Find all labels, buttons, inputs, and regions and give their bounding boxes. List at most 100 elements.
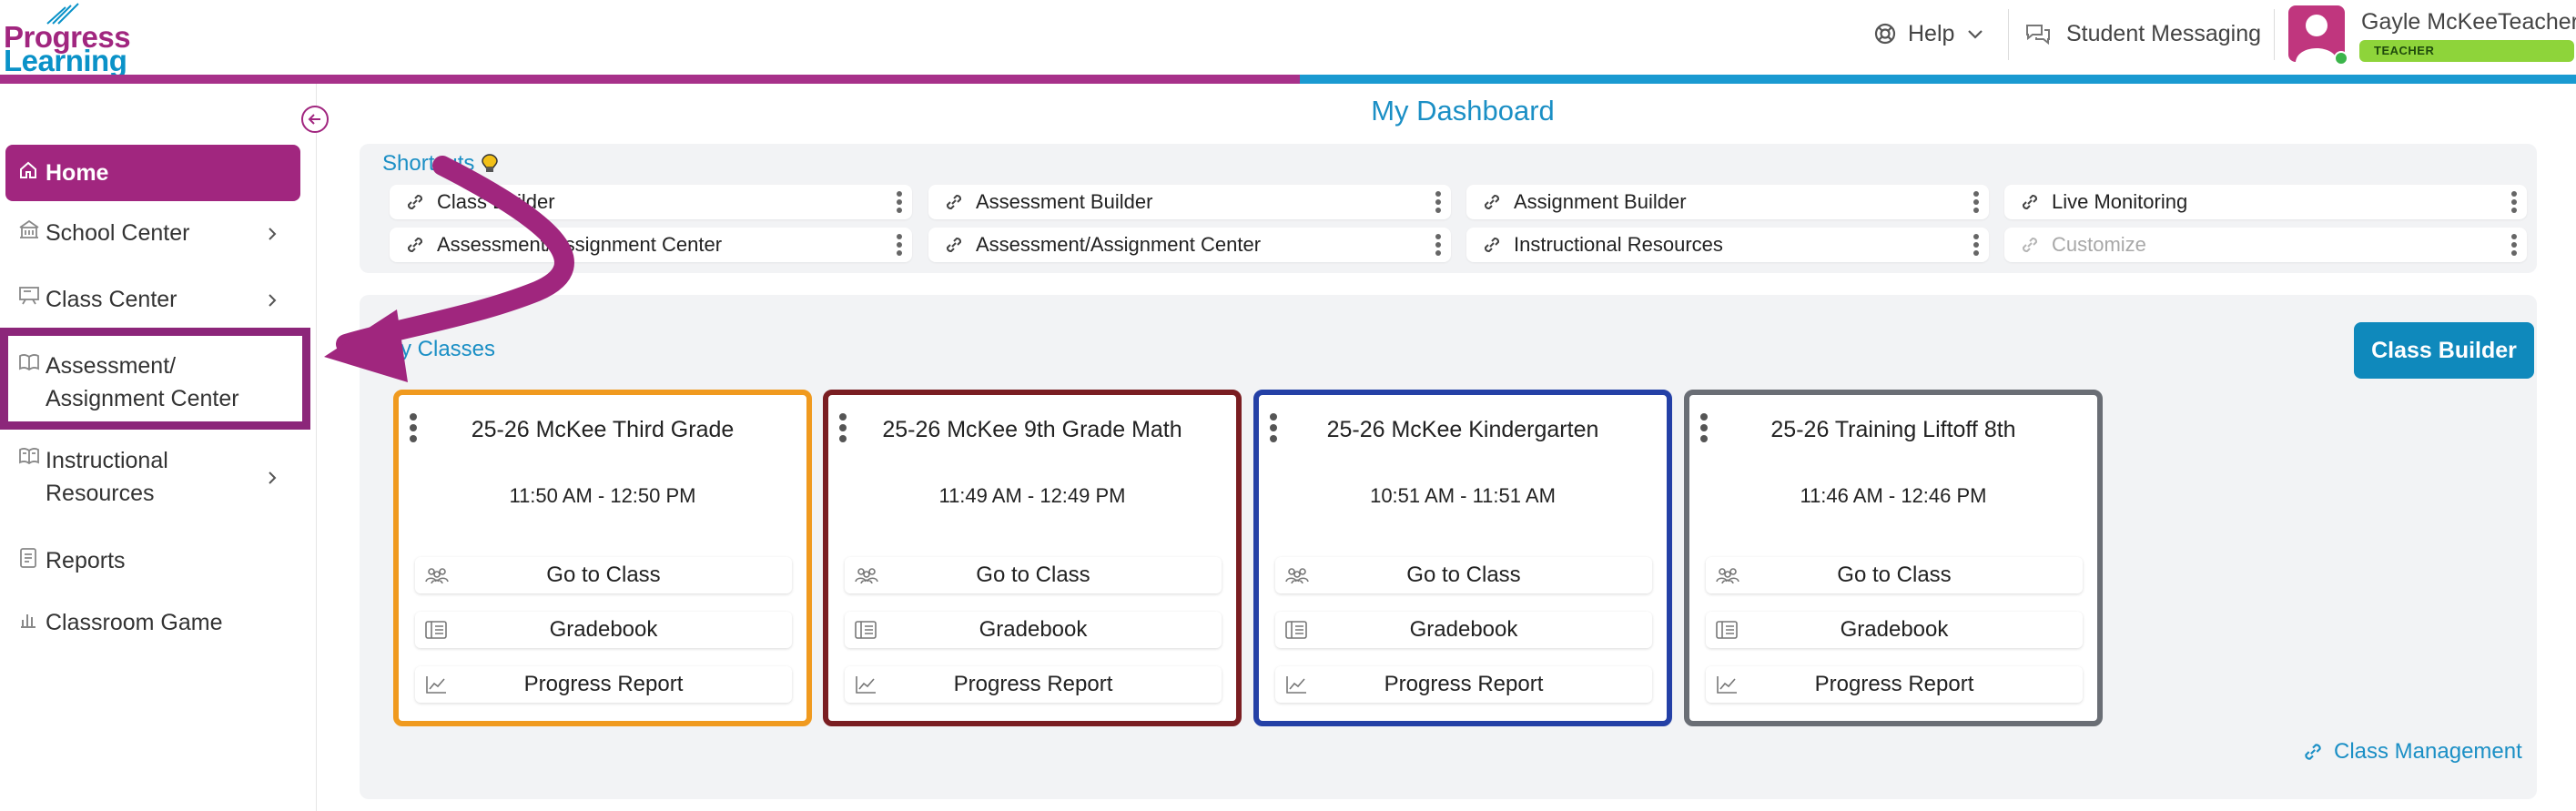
go-to-class-button[interactable]: Go to Class [415, 557, 792, 593]
kebab-menu-icon[interactable] [2501, 191, 2527, 213]
chevron-right-icon [264, 444, 300, 492]
progress-report-button[interactable]: Progress Report [1706, 666, 2083, 703]
link-icon [390, 234, 437, 256]
sidebar-item-home[interactable]: Home [5, 145, 300, 201]
go-to-class-button[interactable]: Go to Class [1275, 557, 1652, 593]
gradebook-button[interactable]: Gradebook [845, 612, 1222, 648]
kebab-menu-icon[interactable] [2501, 234, 2527, 256]
kebab-menu-icon[interactable] [1963, 191, 1989, 213]
class-name: 25-26 McKee Kindergarten [1326, 417, 1599, 442]
shortcut-assessment-assignment-center-2[interactable]: Assessment/Assignment Center [928, 228, 1451, 262]
action-label: Progress Report [523, 672, 684, 696]
shortcut-class-builder[interactable]: Class Builder [390, 185, 912, 219]
reports-icon [5, 544, 46, 575]
chat-bubbles-icon [2026, 25, 2050, 46]
class-icon [5, 283, 46, 312]
sidebar-collapse-button[interactable] [301, 106, 329, 133]
trend-chart-icon [845, 674, 888, 694]
shortcut-customize[interactable]: Customize [2004, 228, 2527, 262]
shortcut-label: Instructional Resources [1514, 233, 1723, 256]
chevron-down-icon [1968, 30, 1983, 39]
action-label: Gradebook [979, 617, 1088, 642]
student-messaging-link[interactable]: Student Messaging [2024, 18, 2261, 49]
sidebar-item-label-line1: Instructional [46, 448, 168, 473]
help-label: Help [1908, 20, 1955, 46]
sidebar-item-school-center[interactable]: School Center [5, 217, 300, 249]
gradebook-icon [1275, 620, 1319, 640]
progress-learning-logo[interactable]: Progress Learning [4, 3, 131, 76]
class-time: 11:50 AM - 12:50 PM [509, 484, 696, 507]
shortcut-label: Customize [2052, 233, 2146, 256]
sidebar-item-reports[interactable]: Reports [5, 544, 300, 577]
class-time: 11:46 AM - 12:46 PM [1800, 484, 1987, 507]
class-time: 10:51 AM - 11:51 AM [1370, 484, 1556, 507]
shortcut-label: Assessment/Assignment Center [437, 233, 723, 256]
link-icon [2004, 234, 2052, 256]
gradebook-icon [845, 620, 888, 640]
shortcuts-title: Shortcuts [382, 151, 500, 177]
class-builder-button[interactable]: Class Builder [2354, 322, 2534, 379]
action-label: Progress Report [953, 672, 1113, 696]
help-menu[interactable]: Help [1873, 18, 1985, 49]
top-header: Progress Learning Help Student Messaging [0, 0, 2576, 76]
class-name: 25-26 McKee Third Grade [471, 417, 735, 442]
my-classes-title: My Classes [382, 337, 496, 361]
link-icon [1466, 191, 1514, 213]
school-icon [5, 217, 46, 246]
people-icon [845, 565, 888, 585]
header-divider [2274, 9, 2275, 60]
class-card-third-grade: 25-26 McKee Third Grade 11:50 AM - 12:50… [393, 390, 812, 726]
shortcut-assessment-builder[interactable]: Assessment Builder [928, 185, 1451, 219]
home-icon [5, 160, 46, 187]
trend-chart-icon [1706, 674, 1749, 694]
header-accent-bar-blue [1300, 75, 2576, 84]
sidebar-item-label: School Center [46, 220, 190, 246]
kebab-menu-icon[interactable] [1425, 234, 1451, 256]
action-label: Go to Class [1837, 563, 1952, 587]
people-icon [415, 565, 459, 585]
progress-report-button[interactable]: Progress Report [1275, 666, 1652, 703]
class-card-9th-grade-math: 25-26 McKee 9th Grade Math 11:49 AM - 12… [823, 390, 1242, 726]
user-profile[interactable]: Gayle McKeeTeacher TEACHER [2288, 5, 2576, 66]
progress-report-button[interactable]: Progress Report [845, 666, 1222, 703]
go-to-class-button[interactable]: Go to Class [1706, 557, 2083, 593]
link-icon [390, 191, 437, 213]
shortcut-assessment-assignment-center[interactable]: Assessment/Assignment Center [390, 228, 912, 262]
action-label: Go to Class [1406, 563, 1521, 587]
shortcut-live-monitoring[interactable]: Live Monitoring [2004, 185, 2527, 219]
class-card-kindergarten: 25-26 McKee Kindergarten 10:51 AM - 11:5… [1253, 390, 1672, 726]
people-icon [1706, 565, 1749, 585]
shortcut-label: Assessment Builder [976, 190, 1153, 213]
gradebook-button[interactable]: Gradebook [1275, 612, 1652, 648]
online-status-dot [2334, 51, 2348, 66]
sidebar-item-label: Reports [46, 548, 126, 573]
page-title: My Dashboard [1371, 95, 1555, 127]
progress-report-button[interactable]: Progress Report [415, 666, 792, 703]
lightbulb-icon [482, 154, 499, 172]
shortcut-assignment-builder[interactable]: Assignment Builder [1466, 185, 1989, 219]
sidebar-item-classroom-game[interactable]: Classroom Game [5, 606, 300, 639]
kebab-menu-icon[interactable] [887, 234, 912, 256]
user-name: Gayle McKeeTeacher [2361, 9, 2576, 35]
class-name: 25-26 Training Liftoff 8th [1770, 417, 2016, 442]
shortcuts-title-text: Shortcuts [382, 151, 475, 176]
link-icon [2305, 744, 2321, 760]
logo-text-line2: Learning [4, 44, 127, 77]
shortcut-instructional-resources[interactable]: Instructional Resources [1466, 228, 1989, 262]
class-management-link[interactable]: Class Management [2301, 739, 2522, 765]
kebab-menu-icon[interactable] [887, 191, 912, 213]
link-icon [2004, 191, 2052, 213]
sidebar-item-instructional-resources[interactable]: Instructional Resources [5, 444, 300, 510]
kebab-menu-icon[interactable] [1425, 191, 1451, 213]
gradebook-button[interactable]: Gradebook [415, 612, 792, 648]
action-label: Gradebook [1840, 617, 1949, 642]
sidebar-item-label: Instructional Resources [46, 444, 264, 510]
sidebar-item-class-center[interactable]: Class Center [5, 283, 300, 316]
go-to-class-button[interactable]: Go to Class [845, 557, 1222, 593]
gradebook-button[interactable]: Gradebook [1706, 612, 2083, 648]
highlight-box [0, 328, 310, 430]
sidebar-item-label-line2: Resources [46, 481, 155, 506]
lifebuoy-icon [1874, 23, 1896, 45]
kebab-menu-icon[interactable] [1963, 234, 1989, 256]
action-label: Go to Class [546, 563, 661, 587]
